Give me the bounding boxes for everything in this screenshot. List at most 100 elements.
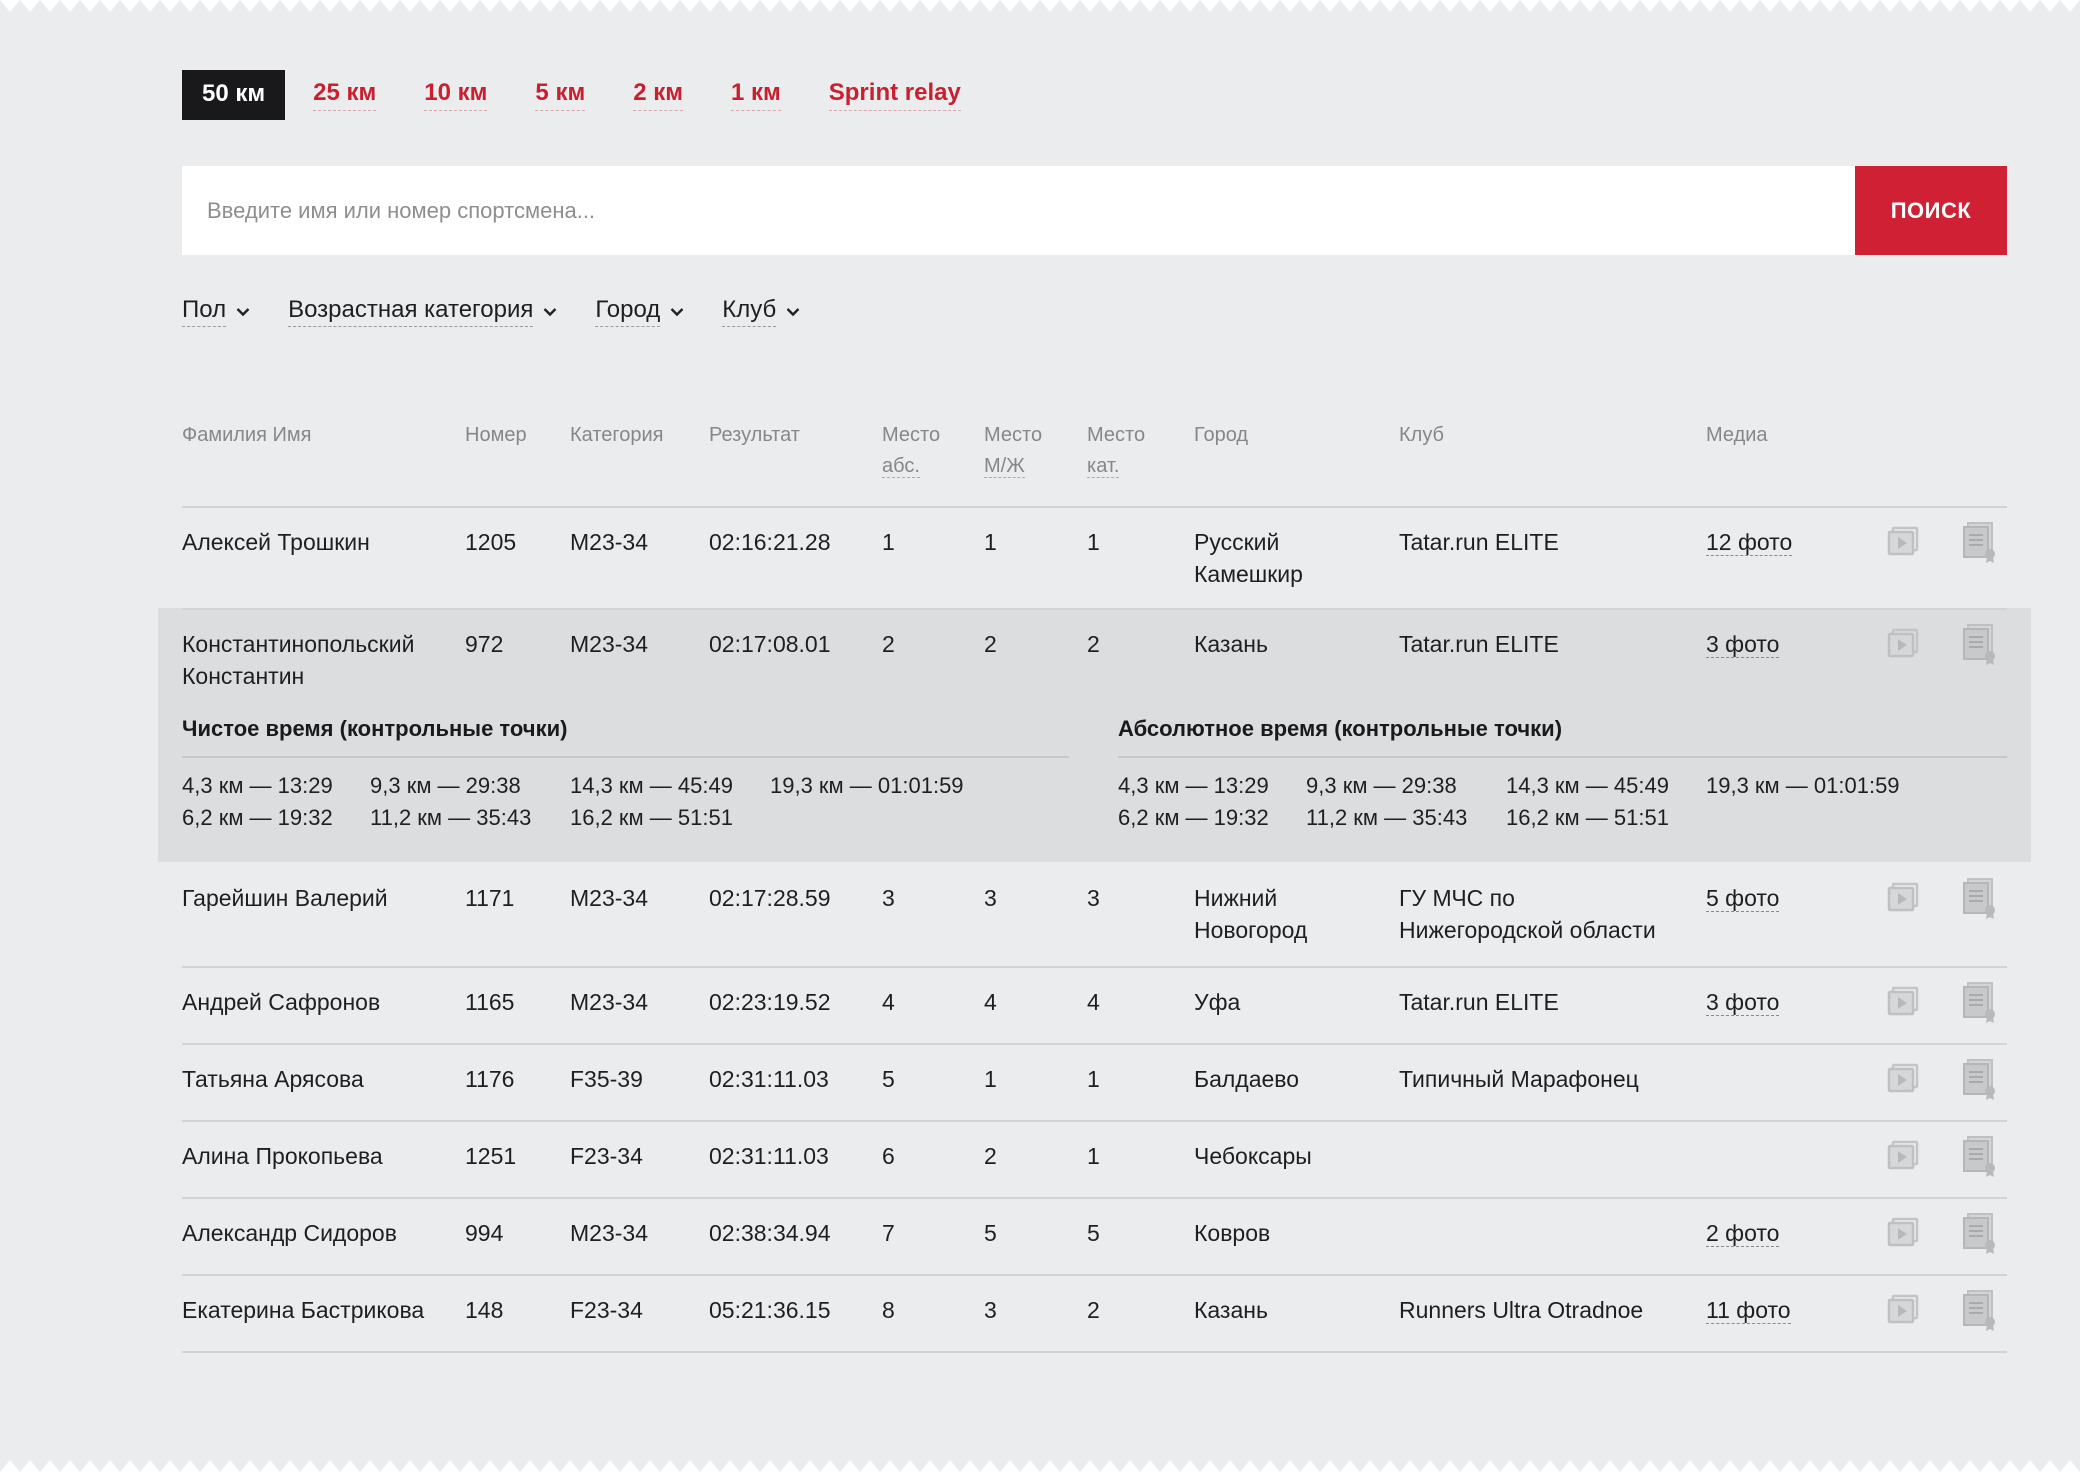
video-play-icon[interactable] bbox=[1886, 522, 1922, 563]
cell-text: Казань bbox=[1194, 631, 1268, 657]
cell-text: Нижний bbox=[1194, 885, 1278, 911]
net-checkpoint-col: 14,3 км — 45:49 16,2 км — 51:51 bbox=[570, 770, 733, 834]
cell-text: Константинопольский bbox=[182, 631, 415, 657]
col-name[interactable]: Фамилия Имя bbox=[182, 420, 311, 451]
cell-name: Алина Прокопьева bbox=[182, 1140, 383, 1172]
cell-place-cat: 2 bbox=[1087, 1297, 1100, 1323]
photo-link[interactable]: 3 фото bbox=[1706, 989, 1780, 1016]
cell-place-abs: 7 bbox=[882, 1220, 895, 1246]
cell-place-abs: 5 bbox=[882, 1066, 895, 1092]
net-time-title: Чистое время (контрольные точки) bbox=[182, 716, 568, 741]
cell-text: Екатерина Бастрикова bbox=[182, 1297, 425, 1323]
video-play-icon[interactable] bbox=[1886, 878, 1922, 919]
tab-50km[interactable]: 50 км bbox=[182, 70, 286, 120]
cell-club: ГУ МЧС по Нижегородской области bbox=[1399, 882, 1656, 946]
table-row[interactable]: Екатерина Бастрикова 148 F23-34 05:21:36.15… bbox=[182, 1274, 2007, 1353]
cell-category: M23-34 bbox=[570, 529, 648, 555]
cell-number: 972 bbox=[465, 631, 504, 657]
chevron-down-icon bbox=[670, 307, 684, 316]
photo-link[interactable]: 11 фото bbox=[1706, 1297, 1791, 1324]
certificate-icon[interactable] bbox=[1960, 1134, 2000, 1183]
tab-25km[interactable]: 25 км bbox=[313, 79, 377, 111]
abs-checkpoint-col: 9,3 км — 29:38 11,2 км — 35:43 bbox=[1306, 770, 1467, 834]
filter-city[interactable]: Город bbox=[595, 296, 684, 327]
filter-age-category[interactable]: Возрастная категория bbox=[288, 296, 557, 327]
cell-number: 1205 bbox=[465, 529, 517, 555]
cell-text: Казань bbox=[1194, 1297, 1268, 1323]
cell-result: 02:38:34.94 bbox=[709, 1220, 831, 1246]
col-place-cat[interactable]: Место кат. bbox=[1087, 420, 1145, 482]
cell-club: Tatar.run ELITE bbox=[1399, 986, 1559, 1018]
video-play-icon[interactable] bbox=[1886, 624, 1922, 665]
col-place-mf[interactable]: Место М/Ж bbox=[984, 420, 1042, 482]
net-cp: 19,3 км — 01:01:59 bbox=[770, 773, 964, 798]
cell-number: 1171 bbox=[465, 885, 515, 911]
certificate-icon[interactable] bbox=[1960, 876, 2000, 925]
table-row[interactable]: Татьяна Арясова 1176 F35-39 02:31:11.03 5 1 1 Б… bbox=[182, 1043, 2007, 1122]
cell-category: M23-34 bbox=[570, 1220, 648, 1246]
cell-city: Нижний Новогород bbox=[1194, 882, 1307, 946]
search-button[interactable]: ПОИСК bbox=[1855, 166, 2007, 255]
photo-link[interactable]: 3 фото bbox=[1706, 631, 1780, 658]
cell-place-cat: 1 bbox=[1087, 529, 1100, 555]
table-row[interactable]: Андрей Сафронов 1165 M23-34 02:23:19.52 4 4 4 У… bbox=[182, 966, 2007, 1045]
col-result[interactable]: Результат bbox=[709, 420, 800, 451]
video-play-icon[interactable] bbox=[1886, 982, 1922, 1023]
col-place-cat-line2: кат. bbox=[1087, 455, 1120, 478]
col-place-abs[interactable]: Место абс. bbox=[882, 420, 940, 482]
chevron-down-icon bbox=[786, 307, 800, 316]
certificate-icon[interactable] bbox=[1960, 1288, 2000, 1337]
cell-place-cat: 1 bbox=[1087, 1143, 1100, 1169]
abs-time-title: Абсолютное время (контрольные точки) bbox=[1118, 716, 1563, 741]
filter-club[interactable]: Клуб bbox=[722, 296, 800, 327]
cell-club: Типичный Марафонец bbox=[1399, 1063, 1639, 1095]
table-row[interactable]: Алексей Трошкин 1205 M23-34 02:16:21.28 1 1 1 Р… bbox=[182, 506, 2007, 610]
cell-city: Балдаево bbox=[1194, 1063, 1299, 1095]
certificate-icon[interactable] bbox=[1960, 1211, 2000, 1260]
cell-text: Алексей Трошкин bbox=[182, 529, 370, 555]
certificate-icon[interactable] bbox=[1960, 1057, 2000, 1106]
tab-sprint-relay[interactable]: Sprint relay bbox=[828, 79, 961, 111]
tab-10km[interactable]: 10 км bbox=[424, 79, 488, 111]
chevron-down-icon bbox=[236, 307, 250, 316]
cell-text: Русский bbox=[1194, 529, 1280, 555]
photo-link[interactable]: 12 фото bbox=[1706, 529, 1793, 556]
photo-link[interactable]: 2 фото bbox=[1706, 1220, 1780, 1247]
col-place-abs-line1: Место bbox=[882, 424, 941, 446]
filter-gender[interactable]: Пол bbox=[182, 296, 250, 327]
photo-link[interactable]: 5 фото bbox=[1706, 885, 1780, 912]
cell-name: Гарейшин Валерий bbox=[182, 882, 388, 914]
certificate-icon[interactable] bbox=[1960, 520, 2000, 569]
col-club[interactable]: Клуб bbox=[1399, 420, 1444, 451]
cell-place-mf: 3 bbox=[984, 1297, 997, 1323]
video-play-icon[interactable] bbox=[1886, 1136, 1922, 1177]
results-table-header: Фамилия Имя Номер Категория Результат Ме… bbox=[182, 420, 2007, 508]
cell-text: Гарейшин Валерий bbox=[182, 885, 388, 911]
abs-time-divider bbox=[1118, 756, 2007, 758]
tab-2km[interactable]: 2 км bbox=[633, 79, 683, 111]
cell-text: Александр Сидоров bbox=[182, 1220, 397, 1246]
col-category[interactable]: Категория bbox=[570, 420, 664, 451]
video-play-icon[interactable] bbox=[1886, 1059, 1922, 1100]
search-input[interactable] bbox=[182, 166, 1855, 255]
col-media[interactable]: Медиа bbox=[1706, 420, 1768, 451]
col-number[interactable]: Номер bbox=[465, 420, 527, 451]
table-row[interactable]: Александр Сидоров 994 M23-34 02:38:34.94 7 5 5… bbox=[182, 1197, 2007, 1276]
certificate-icon[interactable] bbox=[1960, 622, 2000, 671]
net-checkpoint-col: 9,3 км — 29:38 11,2 км — 35:43 bbox=[370, 770, 531, 834]
cell-text: Андрей Сафронов bbox=[182, 989, 381, 1015]
certificate-icon[interactable] bbox=[1960, 980, 2000, 1029]
cell-name: Екатерина Бастрикова bbox=[182, 1294, 424, 1326]
table-row[interactable]: Гарейшин Валерий 1171 M23-34 02:17:28.59 3 3 3… bbox=[182, 862, 2007, 968]
video-play-icon[interactable] bbox=[1886, 1290, 1922, 1331]
video-play-icon[interactable] bbox=[1886, 1213, 1922, 1254]
cell-category: F23-34 bbox=[570, 1297, 643, 1323]
table-row[interactable]: Алина Прокопьева 1251 F23-34 02:31:11.03 6 2 1… bbox=[182, 1120, 2007, 1199]
cell-city: Чебоксары bbox=[1194, 1140, 1312, 1172]
cell-text: Татьяна Арясова bbox=[182, 1066, 364, 1092]
cell-media: 5 фото bbox=[1706, 882, 1780, 914]
tab-1km[interactable]: 1 км bbox=[730, 79, 781, 111]
cell-text: Нижегородской области bbox=[1399, 917, 1656, 943]
col-city[interactable]: Город bbox=[1194, 420, 1248, 451]
tab-5km[interactable]: 5 км bbox=[535, 79, 586, 111]
